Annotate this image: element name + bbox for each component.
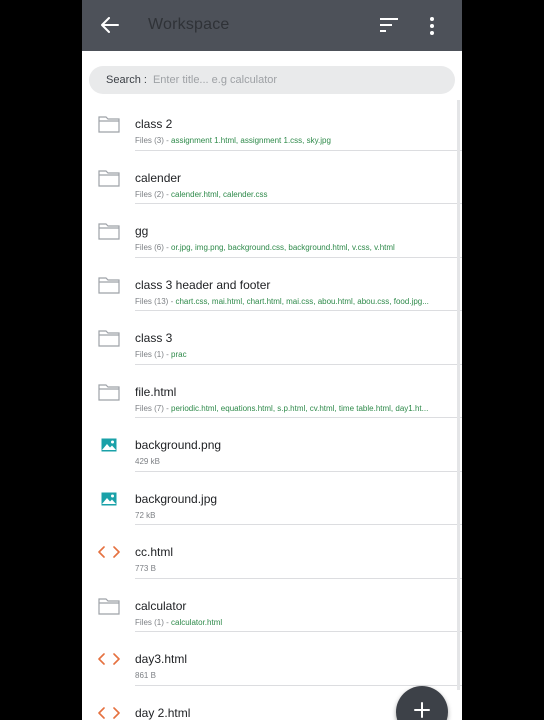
page-title: Workspace bbox=[148, 16, 230, 33]
item-name: day3.html bbox=[135, 652, 188, 666]
file-count: Files (3) bbox=[135, 136, 164, 145]
list-item[interactable]: gg Files (6) - or.jpg, img.png, backgroun… bbox=[82, 204, 462, 258]
add-icon bbox=[414, 701, 430, 720]
file-size: 773 B bbox=[135, 564, 156, 573]
list-item[interactable]: day3.html 861 B bbox=[82, 632, 462, 686]
search-bar: Search : bbox=[89, 66, 455, 94]
list-item[interactable]: class 3 header and footer Files (13) - ch… bbox=[82, 258, 462, 311]
item-meta: Files (3) - assignment 1.html, assignmen… bbox=[135, 136, 450, 145]
item-name: class 3 header and footer bbox=[135, 277, 271, 292]
app-bar: Workspace bbox=[82, 0, 462, 51]
list-item[interactable]: calender Files (2) - calender.html, calen… bbox=[82, 151, 462, 204]
separator: - bbox=[163, 350, 171, 359]
search-input[interactable] bbox=[152, 74, 403, 86]
list-item[interactable]: class 2 Files (3) - assignment 1.html, as… bbox=[82, 97, 462, 151]
file-names: calender.html, calender.css bbox=[171, 189, 268, 199]
file-names: chart.css, mai.html, chart.html, mai.css… bbox=[175, 296, 429, 306]
item-meta: 72 kB bbox=[135, 511, 450, 520]
file-count: Files (13) bbox=[135, 296, 169, 306]
item-meta: Files (6) - or.jpg, img.png, background.… bbox=[135, 243, 450, 252]
image-icon bbox=[98, 488, 120, 510]
folder-icon bbox=[98, 327, 120, 349]
list-item[interactable]: file.html Files (7) - periodic.html, equa… bbox=[82, 365, 462, 418]
list-item[interactable]: background.jpg 72 kB bbox=[82, 472, 462, 525]
folder-icon bbox=[98, 274, 120, 296]
item-name: calender bbox=[135, 170, 182, 185]
list-item[interactable]: class 3 Files (1) - prac bbox=[82, 311, 462, 365]
item-name: class 2 bbox=[135, 117, 173, 131]
item-name: gg bbox=[135, 224, 149, 238]
file-list: class 2 Files (3) - assignment 1.html, as… bbox=[82, 97, 462, 720]
folder-icon bbox=[98, 220, 120, 242]
sort-icon[interactable] bbox=[378, 15, 400, 35]
item-name: background.jpg bbox=[135, 491, 218, 506]
file-count: Files (7) bbox=[135, 403, 164, 413]
item-name: cc.html bbox=[135, 545, 174, 559]
code-icon bbox=[98, 702, 120, 720]
arrow-back-icon[interactable] bbox=[98, 13, 122, 37]
item-meta: 773 B bbox=[135, 564, 450, 573]
item-meta: Files (1) - calculator.html bbox=[135, 618, 450, 627]
folder-icon bbox=[98, 595, 120, 617]
list-item[interactable]: cc.html 773 B bbox=[82, 525, 462, 579]
item-meta: 429 kB bbox=[135, 457, 450, 466]
separator: - bbox=[163, 243, 171, 252]
file-names: calculator.html bbox=[171, 617, 223, 627]
file-names: assignment 1.html, assignment 1.css, sky… bbox=[171, 136, 331, 145]
item-meta: Files (7) - periodic.html, equations.htm… bbox=[135, 404, 450, 413]
item-meta: 861 B bbox=[135, 671, 450, 680]
code-icon bbox=[98, 541, 120, 563]
item-name: class 3 bbox=[135, 331, 173, 345]
separator: - bbox=[163, 136, 171, 145]
file-count: Files (1) bbox=[135, 617, 164, 627]
folder-icon bbox=[98, 113, 120, 135]
folder-icon bbox=[98, 167, 120, 189]
app-screen: Workspace Search : class 2 Files (3) - as… bbox=[82, 0, 462, 720]
file-names: prac bbox=[171, 350, 187, 359]
folder-icon bbox=[98, 381, 120, 403]
list-item[interactable]: calculator Files (1) - calculator.html bbox=[82, 579, 462, 632]
search-label: Search : bbox=[106, 74, 147, 86]
item-name: day 2.html bbox=[135, 705, 191, 720]
file-names: or.jpg, img.png, background.css, backgro… bbox=[171, 243, 395, 252]
code-icon bbox=[98, 648, 120, 670]
more-vert-icon[interactable] bbox=[422, 14, 442, 38]
file-count: Files (6) bbox=[135, 243, 164, 252]
file-count: Files (1) bbox=[135, 350, 164, 359]
file-size: 72 kB bbox=[135, 510, 156, 520]
item-meta: Files (1) - prac bbox=[135, 350, 450, 359]
file-count: Files (2) bbox=[135, 189, 164, 199]
file-names: periodic.html, equations.html, s.p.html,… bbox=[171, 403, 429, 413]
image-icon bbox=[98, 434, 120, 456]
item-meta: Files (2) - calender.html, calender.css bbox=[135, 190, 450, 199]
separator: - bbox=[163, 617, 171, 627]
separator: - bbox=[163, 189, 171, 199]
item-name: calculator bbox=[135, 598, 187, 613]
file-size: 429 kB bbox=[135, 457, 160, 466]
separator: - bbox=[163, 403, 171, 413]
scrollbar[interactable] bbox=[457, 100, 460, 690]
list-item[interactable]: background.png 429 kB bbox=[82, 418, 462, 472]
item-meta: Files (13) - chart.css, mai.html, chart.… bbox=[135, 297, 450, 306]
file-size: 861 B bbox=[135, 671, 156, 680]
item-name: background.png bbox=[135, 438, 222, 452]
item-name: file.html bbox=[135, 384, 177, 399]
